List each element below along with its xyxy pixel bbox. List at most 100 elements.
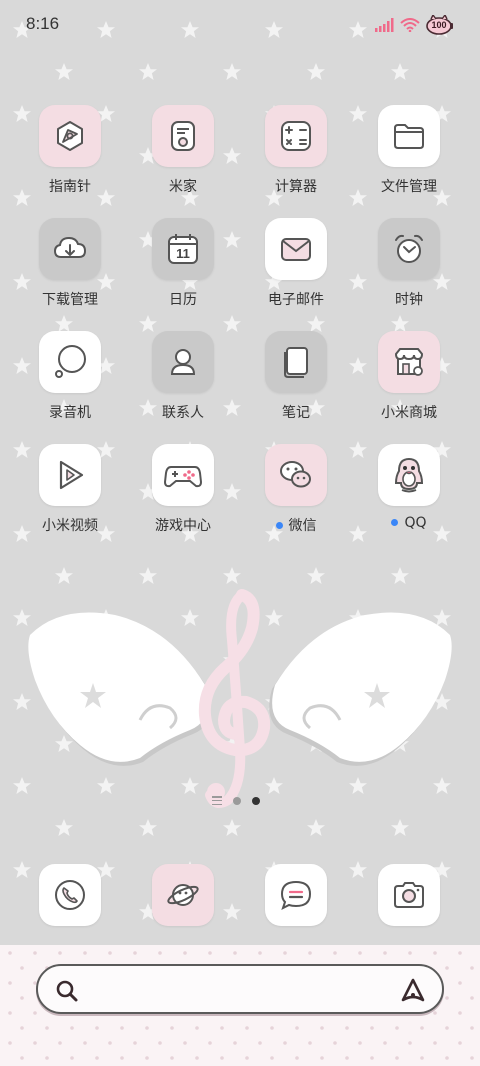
page-indicator-dot-active[interactable]: [252, 796, 260, 805]
status-time: 8:16: [26, 14, 60, 33]
dock-phone[interactable]: [15, 864, 125, 926]
app-icon-tile[interactable]: [378, 218, 440, 280]
pattern-dot: [33, 1011, 37, 1015]
app-icon-tile[interactable]: [152, 331, 214, 393]
app-calendar[interactable]: 11 日历: [128, 218, 238, 309]
app-icon-tile[interactable]: [265, 105, 327, 167]
pattern-dot: [308, 951, 312, 955]
app-icon-tile[interactable]: [378, 105, 440, 167]
app-email[interactable]: 电子邮件: [241, 218, 351, 309]
app-notes[interactable]: 笔记: [241, 331, 351, 422]
pattern-dot: [108, 951, 112, 955]
app-label-text: 微信: [288, 518, 317, 534]
dock-messages[interactable]: [241, 864, 351, 926]
app-icon-tile[interactable]: [39, 331, 101, 393]
pattern-dot: [395, 1026, 399, 1030]
app-icon-tile[interactable]: [152, 105, 214, 167]
app-icon-tile[interactable]: [152, 444, 214, 506]
pattern-dot: [345, 1026, 349, 1030]
pattern-dot: [320, 1056, 324, 1060]
browser-planet-icon: [167, 884, 199, 906]
pattern-dot: [270, 1026, 274, 1030]
wifi-icon: [400, 18, 420, 32]
video-play-icon: [59, 460, 84, 490]
pattern-dot: [345, 1056, 349, 1060]
app-icon-tile[interactable]: [39, 105, 101, 167]
compass-icon: [57, 121, 83, 151]
pattern-dot: [383, 1041, 387, 1045]
status-icons: 100: [374, 14, 454, 36]
assistant-icon[interactable]: [398, 976, 428, 1004]
app-icon-tile[interactable]: [265, 331, 327, 393]
app-label: 微信: [241, 515, 351, 535]
app-recorder[interactable]: 录音机: [15, 331, 125, 422]
pattern-dot: [183, 1041, 187, 1045]
pattern-dot: [8, 1011, 12, 1015]
pattern-dot: [458, 1011, 462, 1015]
pattern-dot: [120, 1026, 124, 1030]
pattern-dot: [170, 1026, 174, 1030]
search-bar[interactable]: [36, 964, 444, 1014]
qq-penguin-icon: [394, 457, 424, 493]
app-icon-tile[interactable]: [39, 218, 101, 280]
app-compass[interactable]: 指南针: [15, 105, 125, 196]
pattern-dot: [370, 1056, 374, 1060]
app-mi-home[interactable]: 米家: [128, 105, 238, 196]
wallpaper-star: [307, 63, 325, 80]
pattern-dot: [133, 1041, 137, 1045]
pattern-dot: [470, 996, 474, 1000]
app-label: 电子邮件: [268, 292, 324, 308]
app-wechat[interactable]: 微信: [241, 444, 351, 535]
pattern-dot: [445, 1056, 449, 1060]
app-label: 游戏中心: [155, 518, 211, 534]
dock-icon-tile[interactable]: [152, 864, 214, 926]
notification-dot: [391, 518, 399, 526]
dock-browser[interactable]: [128, 864, 238, 926]
pattern-dot: [33, 951, 37, 955]
page-indicator-feed[interactable]: [212, 796, 222, 805]
app-icon-tile[interactable]: [265, 444, 327, 506]
pattern-dot: [20, 1056, 24, 1060]
app-mi-video[interactable]: 小米视频: [15, 444, 125, 535]
search-icon[interactable]: [54, 978, 80, 1004]
pattern-dot: [20, 966, 24, 970]
page-indicator-dot[interactable]: [233, 796, 241, 805]
pattern-dot: [108, 1041, 112, 1045]
dock-icon-tile[interactable]: [378, 864, 440, 926]
pattern-dot: [470, 966, 474, 970]
pattern-dot: [158, 1041, 162, 1045]
dock-icon-tile[interactable]: [39, 864, 101, 926]
pattern-dot: [145, 1026, 149, 1030]
pattern-dot: [270, 1056, 274, 1060]
dock-icon-tile[interactable]: [265, 864, 327, 926]
app-game-center[interactable]: 游戏中心: [128, 444, 238, 535]
signal-icon: [375, 18, 394, 32]
app-icon-tile[interactable]: [378, 444, 440, 506]
pattern-dot: [308, 1041, 312, 1045]
contacts-icon: [170, 349, 196, 375]
app-clock[interactable]: 时钟: [354, 218, 464, 309]
app-icon-tile[interactable]: [39, 444, 101, 506]
app-contacts[interactable]: 联系人: [128, 331, 238, 422]
wallpaper-star: [391, 315, 409, 332]
calculator-icon: [281, 121, 311, 151]
pattern-dot: [70, 1056, 74, 1060]
pattern-dot: [408, 1041, 412, 1045]
wallpaper-star: [55, 63, 73, 80]
wallpaper-star: [139, 819, 157, 836]
app-icon-tile[interactable]: 11: [152, 218, 214, 280]
app-downloads[interactable]: 下载管理: [15, 218, 125, 309]
pattern-dot: [83, 951, 87, 955]
app-icon-tile[interactable]: [378, 331, 440, 393]
page-indicator[interactable]: [212, 796, 260, 805]
pattern-dot: [295, 1026, 299, 1030]
app-icon-tile[interactable]: [265, 218, 327, 280]
app-qq[interactable]: QQ: [354, 444, 464, 531]
app-mi-store[interactable]: 小米商城: [354, 331, 464, 422]
app-calculator[interactable]: 计算器: [241, 105, 351, 196]
pattern-dot: [283, 951, 287, 955]
app-files[interactable]: 文件管理: [354, 105, 464, 196]
notes-icon: [284, 347, 308, 378]
dock-camera[interactable]: [354, 864, 464, 926]
pattern-dot: [8, 951, 12, 955]
